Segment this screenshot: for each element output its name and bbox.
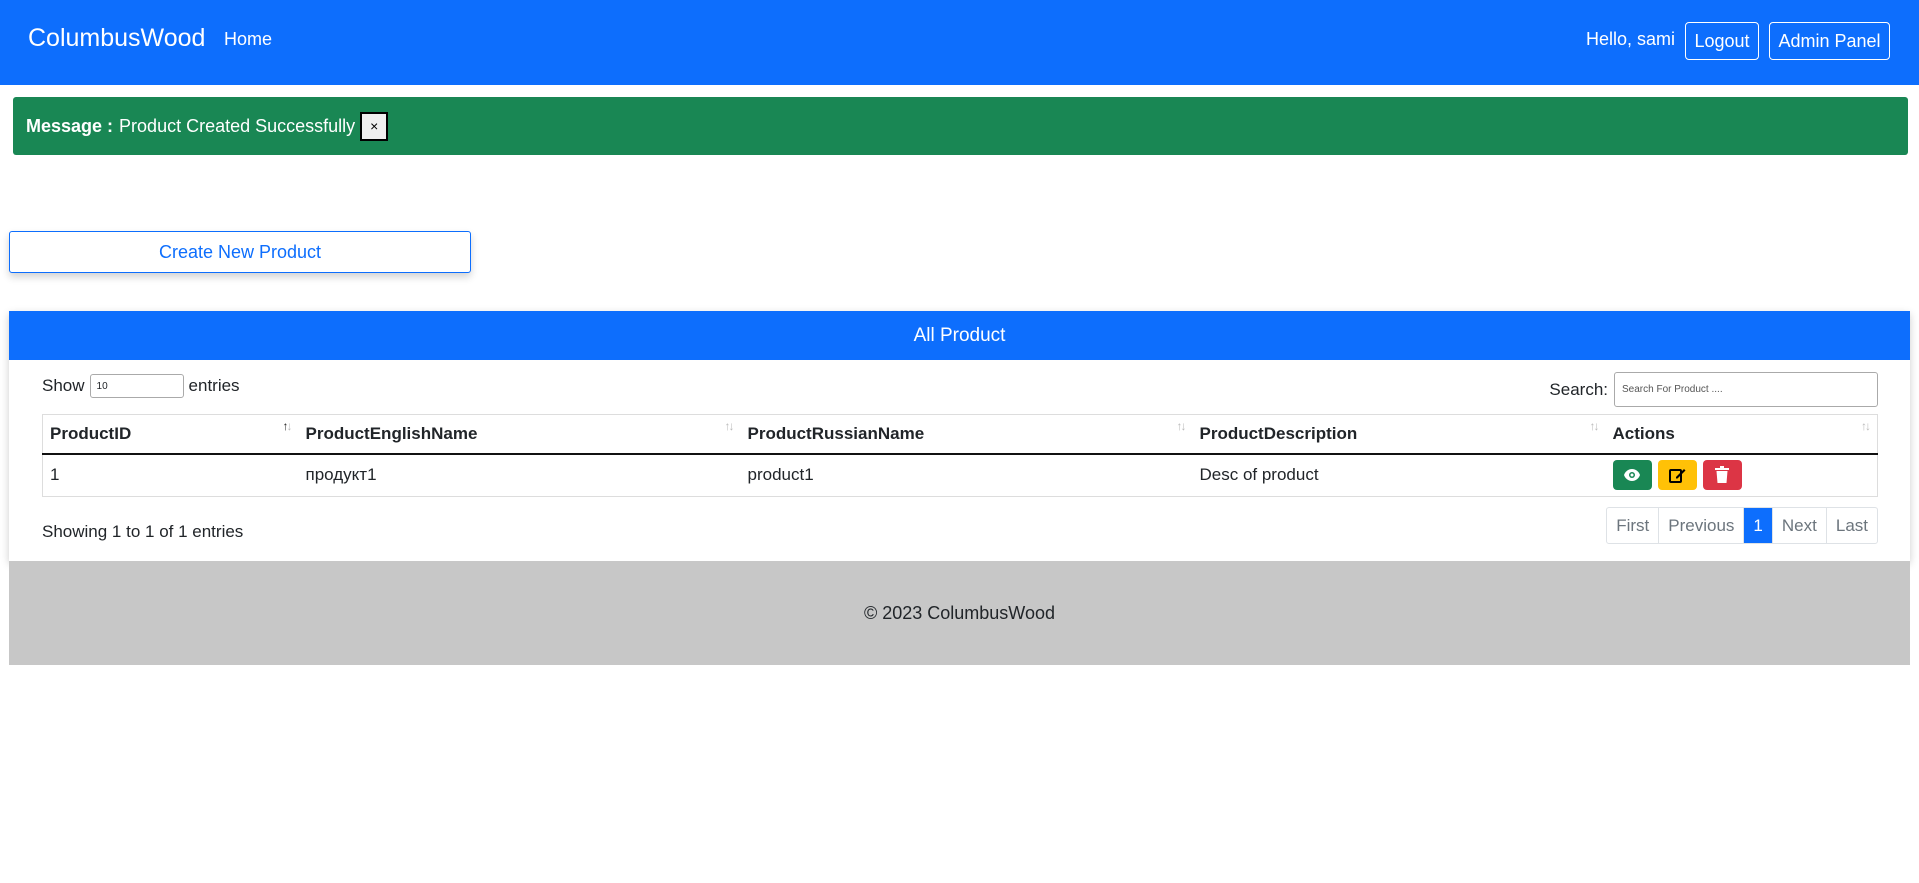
- trash-icon: [1715, 466, 1729, 484]
- admin-panel-button[interactable]: Admin Panel: [1769, 22, 1890, 60]
- search-label: Search:: [1549, 379, 1608, 399]
- create-new-product-button[interactable]: Create New Product: [9, 231, 471, 273]
- sort-asc-icon: ↑↓: [282, 419, 293, 433]
- alert-text: Product Created Successfully: [119, 115, 356, 136]
- alert-close-button[interactable]: ×: [360, 111, 389, 141]
- edit-button[interactable]: [1657, 460, 1697, 491]
- pagination: First Previous 1 Next Last: [1606, 507, 1878, 544]
- entries-length-control: Show 10 entries: [42, 374, 240, 398]
- eye-icon: [1624, 469, 1640, 482]
- cell-productid: 1: [50, 465, 60, 485]
- entries-label: entries: [188, 376, 240, 395]
- cell-description: Desc of product: [1199, 465, 1319, 485]
- column-header-description[interactable]: ProductDescription ↑↓: [1192, 414, 1606, 455]
- cell-englishname: продукт1: [305, 465, 377, 485]
- pagination-next[interactable]: Next: [1773, 508, 1827, 543]
- column-header-englishname[interactable]: ProductEnglishName ↑↓: [298, 414, 741, 455]
- cell-actions: [1606, 454, 1878, 497]
- table-row: 1 продукт1 product1 Desc of product: [43, 454, 1878, 497]
- success-alert: Message : Product Created Successfully ×: [13, 97, 1908, 155]
- brand-logo[interactable]: ColumbusWood: [28, 24, 205, 53]
- pagination-page-1[interactable]: 1: [1744, 508, 1773, 543]
- show-label: Show: [42, 376, 85, 395]
- edit-icon: [1669, 469, 1686, 484]
- alert-label: Message :: [26, 115, 114, 136]
- nav-home-link[interactable]: Home: [224, 29, 272, 50]
- search-control: Search: Search For Product ....: [1549, 372, 1878, 407]
- column-header-actions[interactable]: Actions ↑↓: [1605, 414, 1878, 455]
- pagination-previous[interactable]: Previous: [1659, 508, 1745, 543]
- pagination-first[interactable]: First: [1607, 508, 1660, 543]
- all-product-card: All Product Show 10 entries Search: Sear…: [9, 311, 1910, 561]
- column-header-russianname[interactable]: ProductRussianName ↑↓: [740, 414, 1193, 455]
- user-greeting: Hello, sami: [1586, 29, 1676, 49]
- entries-length-select[interactable]: 10: [89, 374, 184, 398]
- card-title: All Product: [9, 311, 1910, 360]
- table-info: Showing 1 to 1 of 1 entries: [42, 522, 244, 541]
- products-table: ProductID ↑↓ ProductEnglishName ↑↓ Product…: [42, 414, 1878, 497]
- navbar: ColumbusWood Home Hello, sami Logout Adm…: [0, 0, 1919, 85]
- sort-icon: ↑↓: [1589, 419, 1600, 433]
- pagination-last[interactable]: Last: [1827, 508, 1877, 543]
- view-button[interactable]: [1612, 460, 1652, 491]
- sort-icon: ↑↓: [1861, 419, 1871, 433]
- search-input[interactable]: Search For Product ....: [1614, 372, 1878, 407]
- cell-russianname: product1: [747, 465, 814, 485]
- sort-icon: ↑↓: [1176, 419, 1187, 433]
- logout-button[interactable]: Logout: [1685, 22, 1759, 60]
- footer: © 2023 ColumbusWood: [9, 561, 1910, 665]
- footer-copyright: © 2023 ColumbusWood: [863, 602, 1056, 623]
- sort-icon: ↑↓: [724, 419, 735, 433]
- column-header-productid[interactable]: ProductID ↑↓: [42, 414, 299, 455]
- delete-button[interactable]: [1702, 460, 1742, 491]
